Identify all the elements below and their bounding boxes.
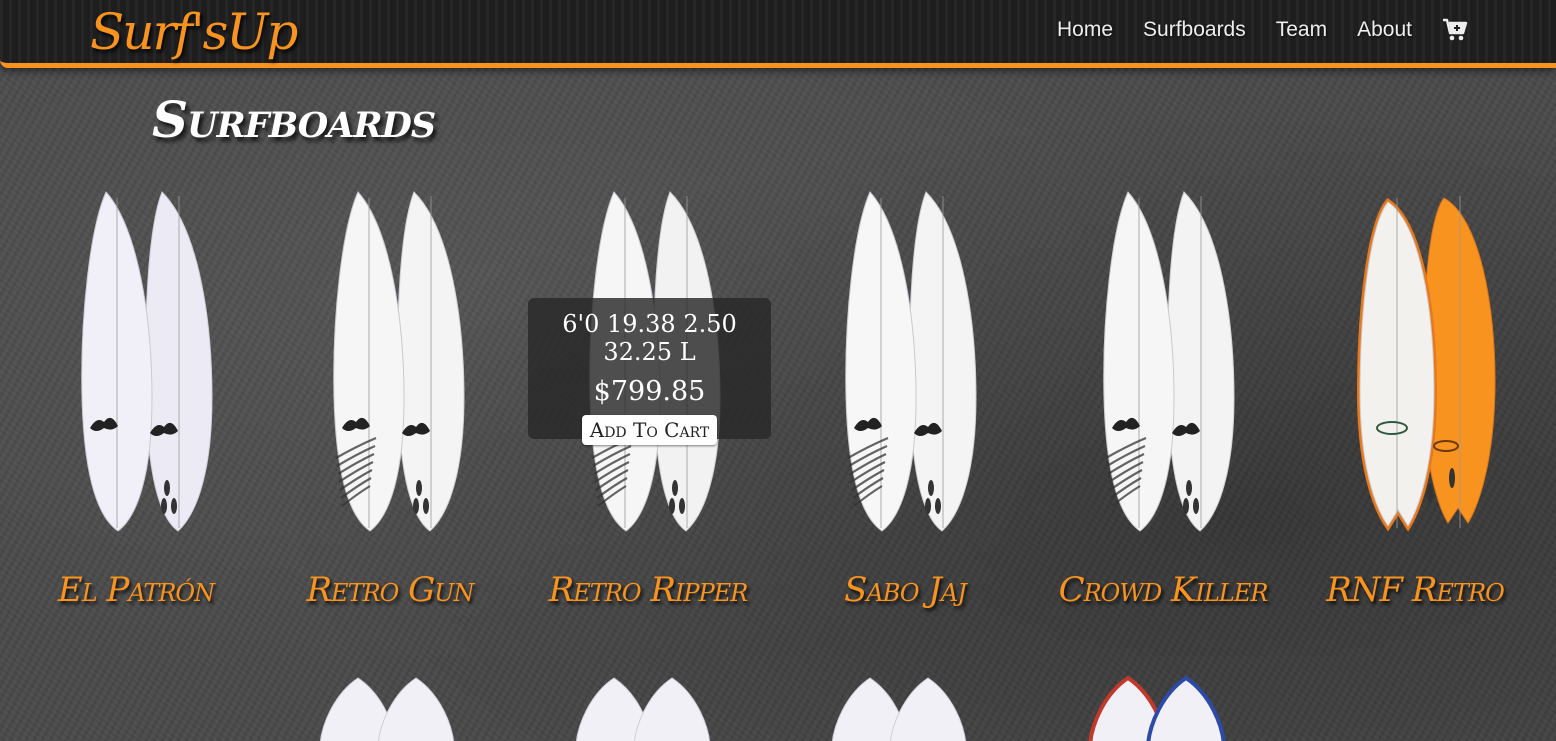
surfboard-image[interactable]	[824, 188, 984, 533]
surfboard-name[interactable]: Crowd Killer	[1033, 570, 1293, 610]
surfboard-image[interactable]	[60, 188, 220, 533]
surfboard-image[interactable]	[1082, 674, 1242, 741]
surfboard-name[interactable]: Sabo Jaj	[775, 570, 1035, 610]
main-nav: Home Surfboards Team About	[1057, 18, 1468, 42]
surfboard-image[interactable]	[312, 188, 472, 533]
board-price: $799.85	[593, 376, 706, 407]
page-title: Surfboards	[152, 90, 436, 149]
surfboard-name[interactable]: Retro Gun	[260, 570, 520, 610]
surfboard-name[interactable]: El Patrón	[6, 570, 266, 610]
surfboard-image[interactable]	[1340, 188, 1500, 533]
surfboard-image[interactable]	[1082, 188, 1242, 533]
cart-icon[interactable]	[1442, 18, 1468, 42]
surfboard-image[interactable]	[312, 674, 472, 741]
add-to-cart-button[interactable]: Add To Cart	[581, 415, 718, 445]
nav-link-team[interactable]: Team	[1276, 18, 1327, 42]
nav-link-about[interactable]: About	[1357, 18, 1412, 42]
brand-logo[interactable]: Surf'sUp	[90, 4, 298, 60]
nav-link-home[interactable]: Home	[1057, 18, 1113, 42]
board-specs: 6'0 19.38 2.50 32.25 L	[562, 310, 737, 366]
surfboard-image[interactable]	[824, 674, 984, 741]
surfboard-name[interactable]: Retro Ripper	[518, 570, 778, 610]
surfboard-name[interactable]: RNF Retro	[1285, 570, 1545, 610]
navbar: Surf'sUp Home Surfboards Team About	[0, 0, 1556, 68]
board-hover-overlay: 6'0 19.38 2.50 32.25 L $799.85 Add To Ca…	[528, 298, 771, 445]
nav-link-surfboards[interactable]: Surfboards	[1143, 18, 1246, 42]
surfboard-image[interactable]	[568, 674, 728, 741]
